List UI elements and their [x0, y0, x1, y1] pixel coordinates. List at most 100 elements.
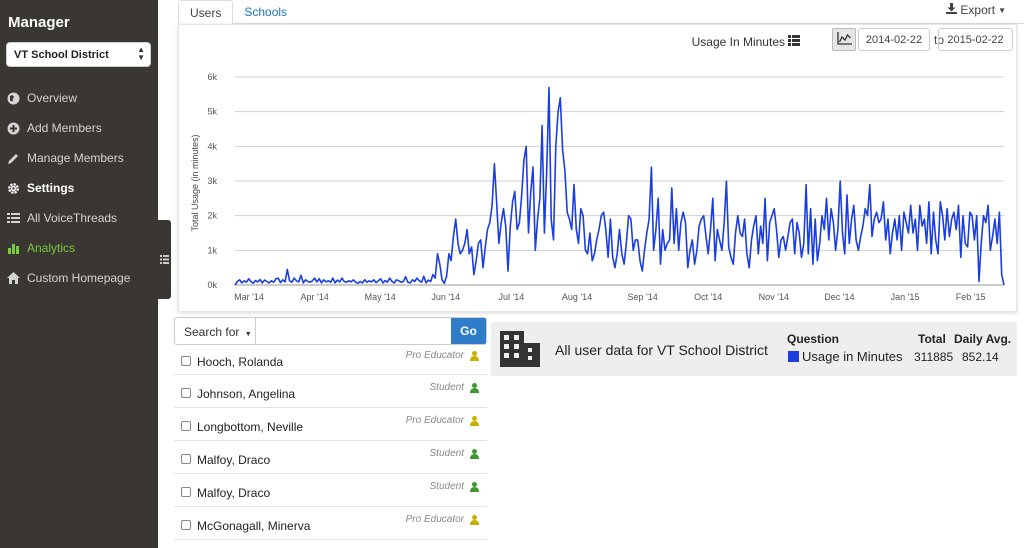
- summary-description: All user data for VT School District: [555, 342, 768, 358]
- row-checkbox[interactable]: [181, 388, 191, 398]
- x-tick-label: Oct '14: [694, 292, 722, 302]
- export-button[interactable]: Export ▼: [946, 3, 1006, 17]
- tab-bar: Users Schools: [178, 0, 298, 24]
- caret-down-icon: ▼: [998, 5, 1006, 15]
- sidebar-item-label: Overview: [27, 91, 78, 105]
- sidebar-item-custom-homepage[interactable]: Custom Homepage: [6, 268, 130, 288]
- x-tick-label: Jan '15: [891, 292, 920, 302]
- user-list: Hooch, Rolanda Pro Educator Johnson, Angel…: [174, 345, 487, 540]
- y-tick-label: 4k: [207, 141, 217, 151]
- sidebar-item-overview[interactable]: Overview: [6, 88, 77, 108]
- building-icon: [500, 331, 540, 370]
- chart-panel: Usage In Minutes 2014-02-22 to 2015-02-2…: [178, 24, 1017, 312]
- user-row[interactable]: Malfoy, Draco Student: [174, 441, 487, 474]
- y-axis-label: Total Usage (in minutes): [190, 134, 200, 231]
- metric-selector[interactable]: Usage In Minutes: [692, 31, 800, 53]
- user-row[interactable]: McGonagall, Minerva Pro Educator: [174, 507, 487, 540]
- user-row[interactable]: Longbottom, Neville Pro Educator: [174, 408, 487, 441]
- metric-label: Usage In Minutes: [691, 35, 785, 49]
- sidebar-item-all-voicethreads[interactable]: All VoiceThreads: [6, 208, 117, 228]
- user-name: Hooch, Rolanda: [197, 355, 284, 369]
- y-tick-label: 3k: [207, 176, 217, 186]
- globe-icon: [6, 91, 21, 106]
- person-icon: [470, 382, 479, 393]
- person-icon: [470, 350, 479, 361]
- x-tick-label: Sep '14: [627, 292, 657, 302]
- sidebar-item-label: Add Members: [27, 121, 102, 135]
- x-tick-label: Nov '14: [759, 292, 789, 302]
- user-row[interactable]: Malfoy, Draco Student: [174, 474, 487, 507]
- list-toggle-icon: [160, 253, 169, 267]
- search-by-dropdown[interactable]: Search for ▼: [175, 318, 256, 344]
- sidebar-item-label: Settings: [27, 181, 75, 195]
- y-tick-label: 0k: [207, 280, 217, 290]
- user-row[interactable]: Hooch, Rolanda Pro Educator: [174, 345, 487, 375]
- daily-avg-header: Daily Avg.: [954, 332, 1012, 346]
- user-name: Malfoy, Draco: [197, 453, 271, 467]
- caret-down-icon: ▼: [244, 331, 252, 338]
- gear-icon: [6, 181, 21, 196]
- x-tick-label: Dec '14: [824, 292, 854, 302]
- sidebar-item-add-members[interactable]: Add Members: [6, 118, 102, 138]
- user-role: Student: [429, 448, 464, 459]
- user-name: Longbottom, Neville: [197, 420, 304, 434]
- line-chart-toggle-button[interactable]: [832, 28, 856, 51]
- x-tick-label: Aug '14: [562, 292, 592, 302]
- go-button[interactable]: Go: [451, 318, 486, 344]
- sidebar-item-label: Analytics: [27, 241, 76, 255]
- select-arrows-icon: ▲ ▼: [137, 45, 145, 62]
- user-role: Pro Educator: [405, 415, 464, 426]
- total-value: 311885: [914, 350, 954, 364]
- sidebar-item-manage-members[interactable]: Manage Members: [6, 148, 124, 168]
- export-label: Export: [960, 3, 996, 17]
- x-tick-label: Jul '14: [499, 292, 525, 302]
- total-header: Total: [918, 332, 946, 346]
- daily-avg-value: 852.14: [962, 350, 999, 364]
- row-checkbox[interactable]: [181, 454, 191, 464]
- row-checkbox[interactable]: [181, 356, 191, 366]
- bar-chart-icon: [6, 241, 21, 256]
- series-line-usage: [234, 86, 1005, 286]
- list-icon: [6, 211, 21, 226]
- sidebar-item-label: All VoiceThreads: [27, 211, 118, 225]
- date-from-input[interactable]: 2014-02-22: [858, 28, 930, 51]
- sidebar-item-settings[interactable]: Settings: [6, 178, 74, 198]
- x-tick-label: Feb '15: [956, 292, 986, 302]
- sidebar-title: Manager: [8, 14, 70, 31]
- user-row[interactable]: Johnson, Angelina Student: [174, 375, 487, 408]
- user-role: Pro Educator: [405, 350, 464, 361]
- sidebar-toggle[interactable]: [158, 220, 171, 299]
- y-tick-label: 1k: [207, 245, 217, 255]
- date-to-input[interactable]: 2015-02-22: [938, 28, 1013, 51]
- person-icon: [470, 448, 479, 459]
- x-tick-label: Mar '14: [234, 292, 264, 302]
- y-tick-label: 5k: [207, 107, 217, 117]
- search-input[interactable]: [256, 318, 451, 344]
- person-icon: [470, 481, 479, 492]
- user-role: Student: [429, 382, 464, 393]
- user-name: McGonagall, Minerva: [197, 519, 311, 533]
- plus-circle-icon: [6, 121, 21, 136]
- tab-users[interactable]: Users: [178, 0, 234, 24]
- user-name: Johnson, Angelina: [197, 387, 296, 401]
- user-role: Pro Educator: [405, 514, 464, 525]
- person-icon: [470, 415, 479, 426]
- row-checkbox[interactable]: [181, 520, 191, 530]
- x-tick-label: Jun '14: [431, 292, 460, 302]
- search-by-label: Search for: [184, 325, 240, 339]
- sidebar-item-analytics[interactable]: Analytics: [6, 238, 75, 258]
- series-swatch: [788, 351, 799, 362]
- sidebar-item-label: Custom Homepage: [27, 271, 131, 285]
- summary-bar: All user data for VT School District Que…: [491, 322, 1017, 376]
- line-chart-icon: [836, 31, 852, 48]
- row-checkbox[interactable]: [181, 487, 191, 497]
- org-select-value: VT School District: [14, 49, 109, 61]
- row-checkbox[interactable]: [181, 421, 191, 431]
- person-icon: [470, 514, 479, 525]
- list-icon: [788, 35, 800, 49]
- user-role: Student: [429, 481, 464, 492]
- org-select[interactable]: VT School District ▲ ▼: [6, 42, 151, 67]
- y-tick-label: 6k: [207, 72, 217, 82]
- sidebar: Manager VT School District ▲ ▼ Overview A…: [0, 0, 158, 548]
- tab-schools[interactable]: Schools: [233, 0, 298, 24]
